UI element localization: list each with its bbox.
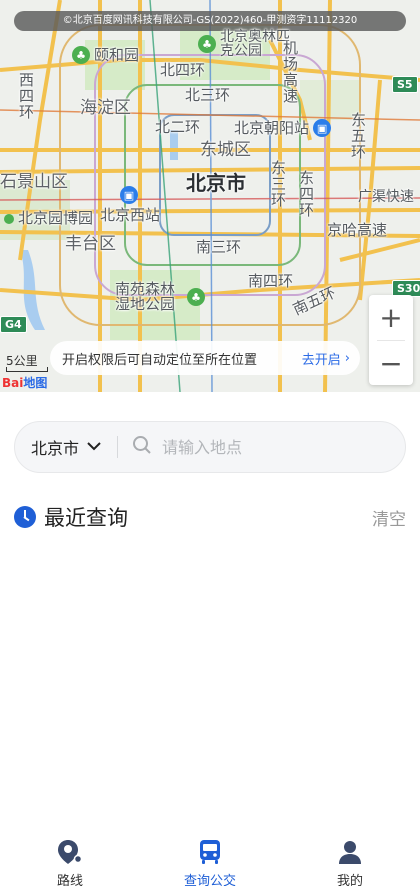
map-base bbox=[0, 0, 420, 392]
recent-header: 最近查询 清空 bbox=[14, 500, 406, 534]
poi-chaoyang-station[interactable]: 北京朝阳站 ▣ bbox=[234, 119, 332, 137]
city-label-beijing: 北京市 bbox=[186, 171, 246, 195]
zoom-controls: + − bbox=[369, 295, 413, 385]
road-label-w4: 西四环 bbox=[17, 72, 35, 120]
nav-label-route: 路线 bbox=[56, 874, 83, 886]
park-icon: ♣ bbox=[72, 46, 90, 64]
nav-item-route[interactable]: 路线 bbox=[10, 830, 130, 886]
road-label-n2: 北二环 bbox=[155, 118, 201, 136]
enable-location-button[interactable]: 去开启 › bbox=[302, 349, 350, 368]
map-view[interactable]: ©北京百度网讯科技有限公司-GS(2022)460-甲测资字11112320 ♣… bbox=[0, 0, 420, 392]
road-label-s4: 南四环 bbox=[248, 272, 294, 290]
district-dongcheng: 东城区 bbox=[200, 140, 251, 160]
search-input[interactable] bbox=[160, 436, 365, 458]
park-icon: ♣ bbox=[187, 288, 205, 306]
road-label-guangqu: 广渠快速 bbox=[358, 189, 414, 205]
user-icon bbox=[339, 841, 361, 864]
bus-query-screen: ©北京百度网讯科技有限公司-GS(2022)460-甲测资字11112320 ♣… bbox=[0, 0, 420, 886]
location-permission-tip: 开启权限后可自动定位至所在位置 去开启 › bbox=[50, 341, 360, 375]
nav-label-bus-query: 查询公交 bbox=[183, 874, 236, 886]
poi-yiheyuan[interactable]: ♣ 颐和园 bbox=[72, 46, 139, 64]
city-selector[interactable]: 北京市 bbox=[15, 435, 117, 459]
route-pin-icon bbox=[58, 840, 83, 864]
map-copyright: ©北京百度网讯科技有限公司-GS(2022)460-甲测资字11112320 bbox=[14, 11, 406, 31]
nav-label-mine: 我的 bbox=[336, 874, 363, 886]
bus-icon bbox=[200, 840, 220, 864]
train-icon: ▣ bbox=[313, 119, 332, 137]
recent-title-text: 最近查询 bbox=[44, 506, 128, 530]
chevron-right-icon: › bbox=[344, 350, 350, 366]
road-label-e4: 东四环 bbox=[297, 170, 315, 218]
map-scale-bar bbox=[6, 367, 48, 372]
park-icon bbox=[4, 213, 14, 224]
road-label-s3: 南三环 bbox=[196, 238, 242, 256]
baidu-logo-text: Bai bbox=[2, 376, 24, 390]
highway-badge-g4: G4 bbox=[0, 316, 27, 333]
road-label-e3: 东三环 bbox=[269, 160, 287, 208]
bottom-nav: 路线 查询公交 我的 bbox=[0, 830, 420, 886]
district-shijingshan: 石景山区 bbox=[0, 172, 68, 192]
location-tip-text: 开启权限后可自动定位至所在位置 bbox=[62, 352, 258, 368]
search-field[interactable] bbox=[118, 435, 405, 459]
chevron-down-icon bbox=[87, 440, 101, 454]
nav-item-bus-query[interactable]: 查询公交 bbox=[150, 830, 270, 886]
highway-badge-s5: S5 bbox=[392, 76, 418, 93]
zoom-out-button[interactable]: − bbox=[369, 341, 413, 386]
district-haidian: 海淀区 bbox=[80, 98, 131, 118]
road-label-airport: 机场高速 bbox=[281, 40, 299, 104]
recent-title: 最近查询 bbox=[14, 502, 128, 532]
clock-icon bbox=[14, 506, 36, 528]
poi-garden-expo[interactable]: 北京园博园 bbox=[4, 211, 93, 226]
district-fengtai: 丰台区 bbox=[65, 234, 116, 254]
search-bar: 北京市 bbox=[14, 421, 406, 473]
poi-olympic-park[interactable]: ♣ 北京奥林匹克公园 bbox=[198, 30, 290, 58]
clear-history-button[interactable]: 清空 bbox=[372, 505, 406, 530]
baidu-map-logo: Bai地图 bbox=[2, 374, 47, 391]
city-label: 北京市 bbox=[31, 439, 80, 458]
search-icon bbox=[132, 435, 152, 459]
road-label-n3: 北三环 bbox=[185, 86, 231, 104]
zoom-in-button[interactable]: + bbox=[369, 295, 413, 340]
nav-item-mine[interactable]: 我的 bbox=[290, 830, 410, 886]
road-label-n4: 北四环 bbox=[160, 61, 206, 79]
baidu-logo-sub: 地图 bbox=[23, 376, 48, 390]
poi-west-station[interactable]: ▣ 北京西站 bbox=[100, 186, 160, 223]
road-label-e5: 东五环 bbox=[349, 112, 367, 160]
enable-location-label: 去开启 bbox=[301, 352, 341, 368]
poi-nanyuan[interactable]: 南苑森林湿地公园 ♣ bbox=[115, 282, 205, 312]
train-icon: ▣ bbox=[120, 186, 138, 204]
park-icon: ♣ bbox=[198, 35, 216, 53]
road-label-jingha: 京哈高速 bbox=[327, 221, 388, 239]
